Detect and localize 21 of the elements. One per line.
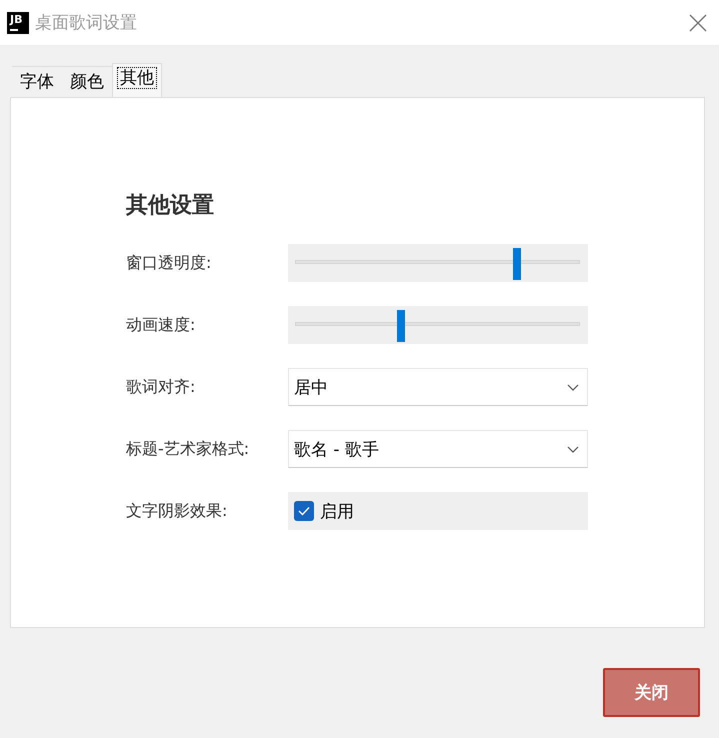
checkbox-label[interactable]: 启用 — [320, 500, 354, 522]
chevron-down-icon — [567, 446, 579, 452]
tab[interactable]: 其他 — [112, 63, 162, 97]
checkbox[interactable] — [294, 501, 314, 521]
app-logo: JB — [7, 12, 29, 34]
field-label: 动画速度: — [126, 314, 196, 336]
section-heading: 其他设置 — [126, 192, 215, 220]
slider-thumb[interactable] — [512, 248, 521, 280]
window-title: 桌面歌词设置 — [35, 12, 137, 34]
slider-thumb[interactable] — [396, 310, 405, 342]
close-icon[interactable] — [689, 14, 707, 32]
field-label: 文字阴影效果: — [126, 500, 228, 522]
dropdown[interactable]: 居中 — [288, 368, 588, 406]
field-label: 窗口透明度: — [126, 252, 212, 274]
check-icon — [298, 506, 310, 516]
field-label: 标题-艺术家格式: — [126, 438, 250, 460]
dropdown[interactable]: 歌名 - 歌手 — [288, 430, 588, 468]
slider[interactable] — [288, 306, 588, 344]
field-label: 歌词对齐: — [126, 376, 196, 398]
chevron-down-icon — [567, 384, 579, 390]
slider[interactable] — [288, 244, 588, 282]
